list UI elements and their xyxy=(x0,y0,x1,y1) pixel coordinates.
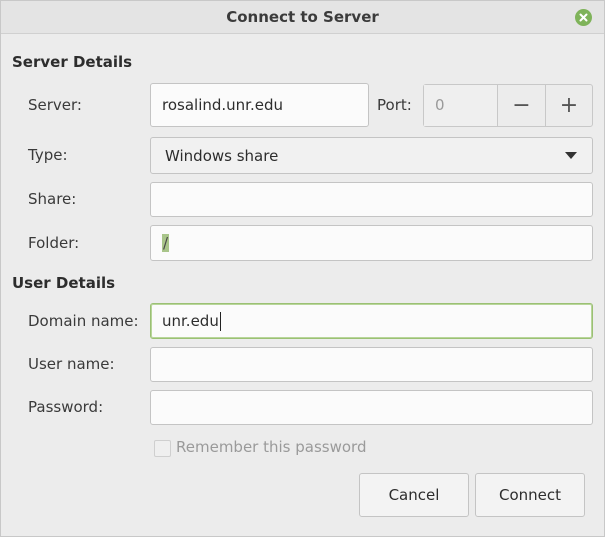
server-input[interactable]: rosalind.unr.edu xyxy=(150,83,369,127)
cancel-button-label: Cancel xyxy=(388,486,440,504)
server-details-heading: Server Details xyxy=(12,53,133,71)
password-label: Password: xyxy=(28,398,104,416)
domain-label: Domain name: xyxy=(28,312,139,330)
username-label: User name: xyxy=(28,355,115,373)
folder-input-value: / xyxy=(162,234,170,252)
domain-input-value: unr.edu xyxy=(162,312,219,330)
share-label: Share: xyxy=(28,190,77,208)
chevron-down-icon xyxy=(565,152,577,159)
remember-password-label[interactable]: Remember this password xyxy=(176,438,366,456)
server-label: Server: xyxy=(28,96,82,114)
window-title: Connect to Server xyxy=(226,8,379,26)
text-caret xyxy=(219,311,221,331)
port-decrement-button[interactable]: − xyxy=(498,85,545,126)
connect-button[interactable]: Connect xyxy=(475,473,585,517)
port-input[interactable]: 0 xyxy=(424,85,498,126)
minus-icon: − xyxy=(512,93,531,118)
type-label: Type: xyxy=(28,146,68,164)
type-dropdown[interactable]: Windows share xyxy=(150,137,593,174)
plus-icon: + xyxy=(559,93,579,118)
port-increment-button[interactable]: + xyxy=(545,85,592,126)
close-button[interactable] xyxy=(575,9,592,26)
port-label: Port: xyxy=(377,96,412,114)
port-spinbutton[interactable]: 0 − + xyxy=(423,84,593,127)
connect-to-server-dialog: Connect to Server Server Details Server:… xyxy=(0,0,605,537)
password-input[interactable] xyxy=(150,390,593,425)
username-input[interactable] xyxy=(150,347,593,382)
close-icon xyxy=(579,13,588,22)
server-input-value: rosalind.unr.edu xyxy=(162,96,283,114)
share-input[interactable] xyxy=(150,182,593,217)
type-dropdown-value: Windows share xyxy=(165,146,279,165)
user-details-heading: User Details xyxy=(12,274,116,292)
folder-input[interactable]: / xyxy=(150,225,593,261)
domain-input[interactable]: unr.edu xyxy=(150,303,593,339)
cancel-button[interactable]: Cancel xyxy=(359,473,469,517)
titlebar: Connect to Server xyxy=(1,1,604,34)
remember-password-checkbox[interactable] xyxy=(154,440,171,457)
connect-button-label: Connect xyxy=(498,486,562,504)
folder-label: Folder: xyxy=(28,234,80,252)
